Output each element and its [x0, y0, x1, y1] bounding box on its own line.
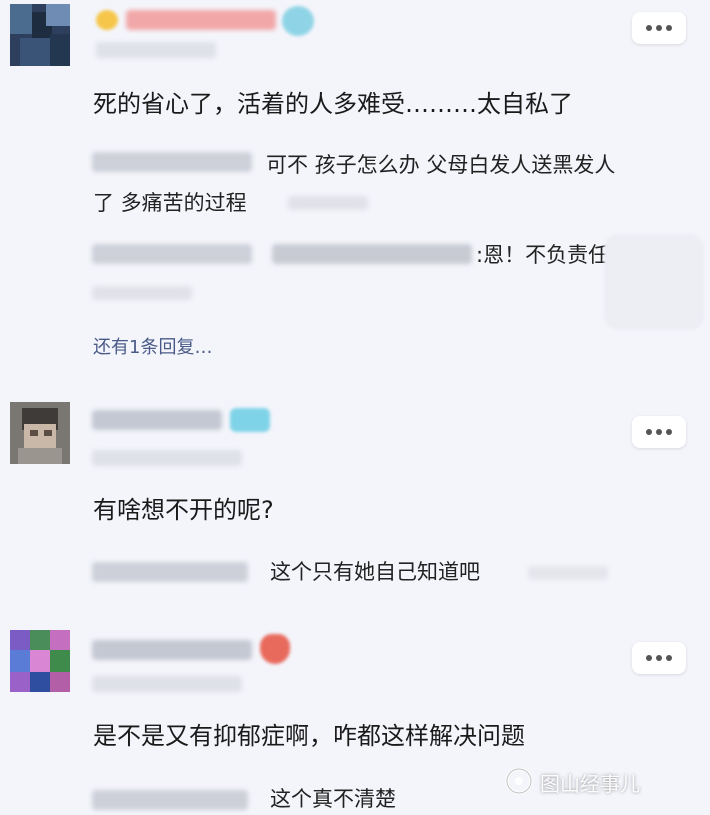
reply-target-username-blurred	[272, 244, 472, 264]
reply-username-blurred	[92, 152, 252, 172]
verified-badge-icon	[282, 6, 314, 36]
heart-badge-icon	[260, 634, 290, 664]
reply-username-blurred	[92, 244, 252, 264]
more-options-button[interactable]	[632, 12, 686, 44]
sticker-blurred	[604, 234, 704, 330]
reply-text: 这个真不清楚	[270, 787, 396, 811]
more-options-icon	[646, 655, 652, 661]
reply-username-blurred	[92, 790, 248, 810]
timestamp-blurred	[96, 42, 216, 58]
username-blurred	[92, 640, 252, 660]
comment-text: 死的省心了，活着的人多难受………太自私了	[93, 90, 573, 118]
reply-timestamp-blurred	[92, 286, 192, 300]
username-blurred	[126, 10, 276, 30]
timestamp-blurred	[92, 450, 242, 466]
user-avatar[interactable]	[10, 402, 70, 464]
more-options-button[interactable]	[632, 416, 686, 448]
reply-text: 这个只有她自己知道吧	[270, 560, 480, 584]
watermark-logo-icon	[505, 767, 533, 795]
reply-text: 可不 孩子怎么办 父母白发人送黑发人	[266, 153, 616, 177]
reply-username-blurred	[92, 562, 248, 582]
vip-badge-icon	[96, 10, 118, 30]
user-avatar[interactable]	[10, 630, 70, 692]
comment-text: 是不是又有抑郁症啊，咋都这样解决问题	[93, 722, 525, 750]
vip-badge-icon	[230, 408, 270, 432]
username-blurred	[92, 410, 222, 430]
more-options-icon	[646, 25, 652, 31]
comment-text: 有啥想不开的呢?	[93, 496, 274, 524]
reply-timestamp-blurred	[288, 196, 368, 210]
more-options-button[interactable]	[632, 642, 686, 674]
watermark-text: 图山经事儿	[540, 772, 640, 796]
reply-text: :恩！不负责任	[476, 243, 610, 267]
user-avatar[interactable]	[10, 4, 70, 66]
timestamp-blurred	[92, 676, 242, 692]
more-options-icon	[646, 429, 652, 435]
reply-timestamp-blurred	[528, 566, 608, 580]
more-replies-link[interactable]: 还有1条回复…	[93, 333, 212, 359]
watermark: 图山经事儿	[504, 760, 704, 800]
reply-text-continued: 了 多痛苦的过程	[93, 191, 247, 215]
